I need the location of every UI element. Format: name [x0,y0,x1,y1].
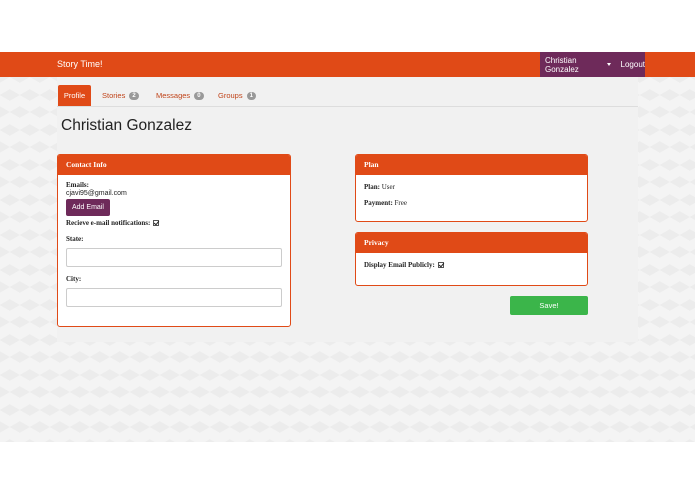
payment-value: Free [394,199,407,207]
count-badge: 2 [129,91,139,100]
profile-tabs: Profile Stories 2 Messages 0 Groups 1 [57,85,638,107]
add-email-button[interactable]: Add Email [66,199,110,216]
panel-body: Emails: cjavi95@gmail.com Add Email Reci… [58,175,290,313]
state-label: State: [66,235,84,243]
save-button[interactable]: Save! [510,296,588,315]
user-name: Christian Gonzalez [545,55,579,74]
notify-checkbox[interactable] [153,220,160,226]
tab-label: Stories [102,91,126,100]
panel-heading: Plan [356,155,587,175]
tab-stories[interactable]: Stories 2 [98,85,143,106]
emails-label: Emails: [66,181,89,189]
brand-link[interactable]: Story Time! [57,52,103,77]
display-email-label: Display Email Publicly: [364,261,435,269]
contact-info-panel: Contact Info Emails: cjavi95@gmail.com A… [57,154,291,327]
panel-body: Plan: User Payment: Free [356,175,587,213]
panel-body: Display Email Publicly: [356,253,587,275]
plan-panel: Plan Plan: User Payment: Free [355,154,588,222]
page-title: Christian Gonzalez [61,117,192,134]
city-label: City: [66,275,82,283]
caret-down-icon [606,63,611,66]
city-input[interactable] [66,288,282,307]
tab-label: Messages [156,91,191,100]
state-input[interactable] [66,248,282,267]
user-nav: Christian Gonzalez Logout [540,52,645,77]
notify-label: Recieve e-mail notifications: [66,219,151,227]
user-dropdown[interactable]: Christian Gonzalez [540,56,611,74]
tab-label: Profile [63,91,86,100]
count-badge: 0 [194,91,204,100]
display-email-row: Display Email Publicly: [364,261,579,269]
payment-label: Payment: [364,199,393,207]
notify-row: Recieve e-mail notifications: [66,219,282,227]
payment-row: Payment: Free [364,199,579,207]
logout-link[interactable]: Logout [621,60,645,69]
top-navbar: Story Time! Christian Gonzalez Logout [0,52,695,77]
privacy-panel: Privacy Display Email Publicly: [355,232,588,286]
plan-row: Plan: User [364,183,579,191]
panel-heading: Contact Info [58,155,290,175]
tab-profile[interactable]: Profile [58,85,91,106]
display-email-checkbox[interactable] [437,262,444,268]
tab-label: Groups [218,91,243,100]
email-value: cjavi95@gmail.com [66,190,127,197]
tab-groups[interactable]: Groups 1 [214,85,260,106]
count-badge: 1 [246,91,256,100]
plan-value: User [381,183,395,191]
plan-label: Plan: [364,183,380,191]
tab-messages[interactable]: Messages 0 [152,85,208,106]
panel-heading: Privacy [356,233,587,253]
main-container: Profile Stories 2 Messages 0 Groups 1 Ch… [57,77,638,342]
